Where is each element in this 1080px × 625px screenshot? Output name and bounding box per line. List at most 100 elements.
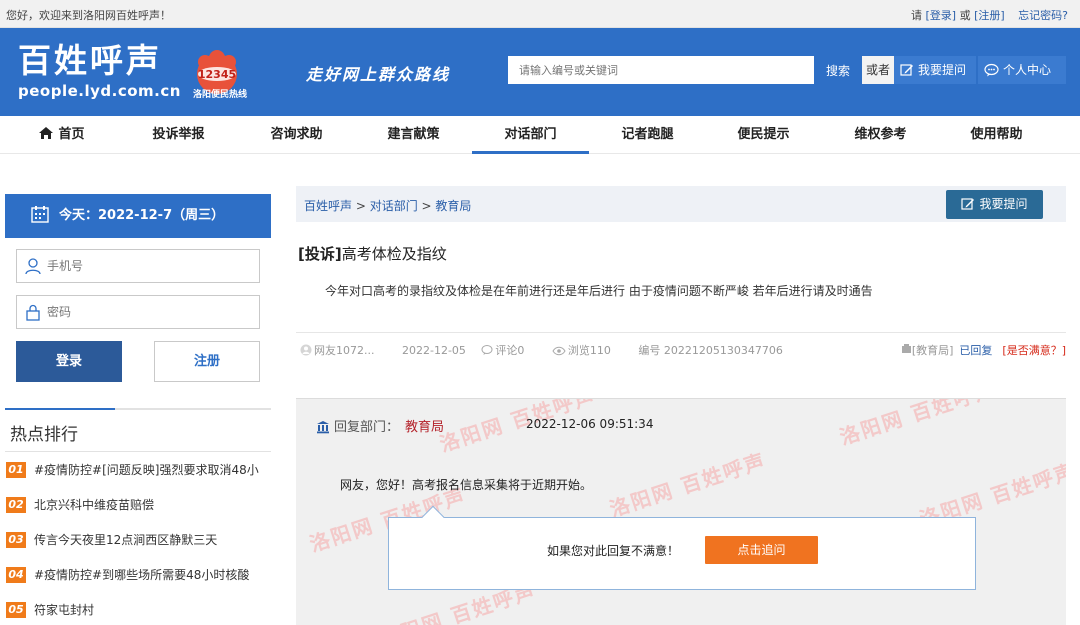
satisfaction-link[interactable]: [是否满意？] <box>1002 344 1066 357</box>
edit-icon <box>900 64 913 76</box>
post-title: [投诉]高考体检及指纹 <box>298 243 447 264</box>
profile-label: 个人中心 <box>1003 63 1052 77</box>
nav-consult[interactable]: 咨询求助 <box>238 116 355 154</box>
or-text: 或 <box>959 9 971 22</box>
ask-question-button[interactable]: 我要提问 <box>946 190 1043 219</box>
hot-item[interactable]: 01 #疫情防控#[问题反映]强烈要求取消48小 <box>6 461 274 483</box>
hot-item[interactable]: 05 符家屯封村 <box>6 601 274 623</box>
reply-time: 2022-12-06 09:51:34 <box>526 417 654 431</box>
post-author: 网友1072... <box>300 344 386 357</box>
register-link[interactable]: [注册] <box>974 9 1005 22</box>
phone-placeholder: 手机号 <box>47 259 84 273</box>
badge-number: 12345 <box>198 68 236 81</box>
or-label: 或者 <box>862 56 894 84</box>
top-bar: 您好，欢迎来到洛阳网百姓呼声！ 请 [登录] 或 [注册] 忘记密码? <box>0 0 1080 28</box>
user-icon <box>25 258 41 275</box>
nav-help[interactable]: 使用帮助 <box>938 116 1055 154</box>
avatar-icon <box>300 344 312 356</box>
nav-complaint[interactable]: 投诉举报 <box>120 116 237 154</box>
reply-dept-label: 回复部门： <box>334 420 400 435</box>
hot-rank-number: 05 <box>6 602 26 618</box>
post-status: [教育局] 已回复 [是否满意？] <box>901 342 1066 358</box>
post-views-count: 浏览110 <box>567 344 611 357</box>
building-icon <box>901 344 911 353</box>
post-type-tag: [投诉] <box>298 245 342 263</box>
post-dept-tag: [教育局] <box>911 344 954 357</box>
site-logo-title[interactable]: 百姓呼声 <box>18 40 162 82</box>
home-icon <box>39 127 54 139</box>
reply-dept-name: 教育局 <box>405 420 445 435</box>
post-author-name: 网友1072... <box>314 344 375 357</box>
header-ask-label: 我要提问 <box>918 63 967 77</box>
nav-tips[interactable]: 便民提示 <box>705 116 822 154</box>
calendar-icon <box>31 206 49 223</box>
meta-divider <box>296 332 1066 333</box>
post-views: 浏览110 <box>552 344 623 357</box>
site-logo-url: people.lyd.com.cn <box>18 82 181 100</box>
watermark: 洛阳网 百姓呼声 <box>606 448 770 522</box>
breadcrumb-separator: > <box>417 199 436 213</box>
hot-rank-number: 03 <box>6 532 26 548</box>
comment-icon <box>481 345 493 355</box>
site-header: 百姓呼声 people.lyd.com.cn 12345 洛阳便民热线 走好网上… <box>0 28 1080 116</box>
hot-item[interactable]: 03 传言今天夜里12点涧西区静默三天 <box>6 531 274 553</box>
profile-button[interactable]: 个人中心 <box>978 56 1066 84</box>
follow-up-question: 如果您对此回复不满意！ <box>547 544 680 558</box>
breadcrumb-home[interactable]: 百姓呼声 <box>304 199 352 213</box>
nav-reporter[interactable]: 记者跑腿 <box>589 116 706 154</box>
hot-item[interactable]: 02 北京兴科中维疫苗赔偿 <box>6 496 274 518</box>
nav-dialogue-dept[interactable]: 对话部门 <box>472 116 589 154</box>
login-link[interactable]: [登录] <box>925 9 956 22</box>
account-links: 请 [登录] 或 [注册] 忘记密码? <box>911 7 1068 23</box>
hot-divider <box>5 408 271 410</box>
welcome-text: 您好，欢迎来到洛阳网百姓呼声！ <box>6 9 171 22</box>
nav-rights[interactable]: 维权参考 <box>822 116 939 154</box>
main-nav: 首页 投诉举报 咨询求助 建言献策 对话部门 记者跑腿 便民提示 维权参考 使用… <box>0 116 1080 154</box>
eye-icon <box>552 346 566 356</box>
header-ask-button[interactable]: 我要提问 <box>894 56 976 84</box>
hot-item-text: 符家屯封村 <box>34 603 95 617</box>
post-number: 编号 20221205130347706 <box>638 344 783 357</box>
hot-item-text: 传言今天夜里12点涧西区静默三天 <box>34 533 218 547</box>
search-button[interactable]: 搜索 <box>814 56 862 84</box>
post-body: 今年对口高考的录指纹及体检是在年前进行还是年后进行 由于疫情问题不断严峻 若年后… <box>325 284 873 298</box>
hot-divider-accent <box>5 408 115 410</box>
follow-up-box: 如果您对此回复不满意！ 点击追问 <box>388 505 976 590</box>
post-meta: 网友1072... 2022-12-05 评论0 浏览110 编号 202212… <box>300 342 795 358</box>
hot-item-text: 北京兴科中维疫苗赔偿 <box>34 498 155 512</box>
edit-icon <box>961 198 975 210</box>
reply-panel: 洛阳网 百姓呼声 洛阳网 百姓呼声 洛阳网 百姓呼声 洛阳网 百姓呼声 洛阳网 … <box>296 398 1066 625</box>
prompt-text: 请 <box>910 9 922 22</box>
nav-suggest[interactable]: 建言献策 <box>355 116 472 154</box>
ask-question-label: 我要提问 <box>979 197 1028 211</box>
hot-rank-number: 01 <box>6 462 26 478</box>
post-date: 2022-12-05 <box>401 344 466 357</box>
login-button[interactable]: 登录 <box>16 341 122 382</box>
watermark: 洛阳网 百姓呼声 <box>836 398 1000 450</box>
post-comments-count: 评论0 <box>495 344 525 357</box>
hot-ranking-title: 热点排行 <box>10 425 78 445</box>
breadcrumb-education[interactable]: 教育局 <box>435 199 471 213</box>
breadcrumb-dialogue[interactable]: 对话部门 <box>370 199 418 213</box>
reply-department: 回复部门： 教育局 <box>316 416 444 435</box>
hot-item-text: #疫情防控#到哪些场所需要48小时核酸 <box>34 568 250 582</box>
hot-item[interactable]: 04 #疫情防控#到哪些场所需要48小时核酸 <box>6 566 274 588</box>
hot-item-text: #疫情防控#[问题反映]强烈要求取消48小 <box>34 463 259 477</box>
post-title-text: 高考体检及指纹 <box>341 245 447 263</box>
department-icon <box>317 421 329 434</box>
phone-field[interactable]: 手机号 <box>16 249 260 283</box>
breadcrumb: 百姓呼声 > 对话部门 > 教育局 <box>304 197 471 214</box>
forgot-password-link[interactable]: 忘记密码? <box>1018 9 1068 22</box>
nav-home[interactable]: 首页 <box>3 116 120 154</box>
post-comments[interactable]: 评论0 <box>481 344 536 357</box>
search-input[interactable] <box>508 56 814 84</box>
register-button[interactable]: 注册 <box>154 341 260 382</box>
password-placeholder: 密码 <box>47 305 72 319</box>
hot-rank-number: 02 <box>6 497 26 513</box>
hot-rank-number: 04 <box>6 567 26 583</box>
today-date: 今天：2022-12-7（周三） <box>59 208 225 223</box>
follow-up-button[interactable]: 点击追问 <box>705 536 818 564</box>
reply-body: 网友，您好！高考报名信息采集将于近期开始。 <box>340 478 593 492</box>
site-slogan: 走好网上群众路线 <box>306 65 451 84</box>
password-field[interactable]: 密码 <box>16 295 260 329</box>
